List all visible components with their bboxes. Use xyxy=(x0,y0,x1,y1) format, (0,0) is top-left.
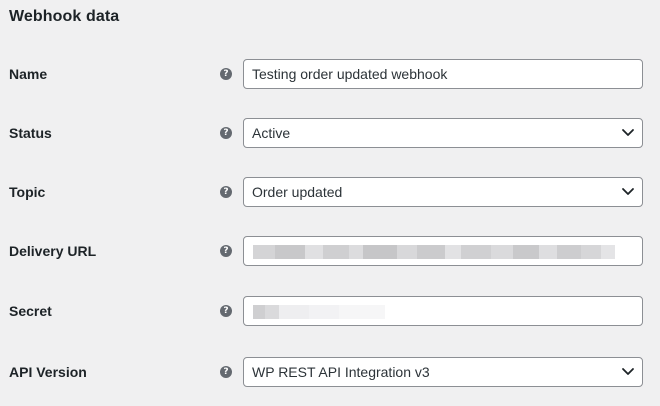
secret-input[interactable] xyxy=(243,296,643,326)
help-icon[interactable]: ? xyxy=(220,186,232,198)
delivery-url-row: Delivery URL ? xyxy=(0,236,660,268)
status-select-value: Active xyxy=(243,118,643,148)
status-select[interactable]: Active xyxy=(243,118,643,148)
delivery-url-label: Delivery URL xyxy=(9,243,97,259)
secret-row: Secret ? xyxy=(0,296,660,328)
help-icon[interactable]: ? xyxy=(220,305,232,317)
name-row: Name ? xyxy=(0,59,660,91)
api-version-label: API Version xyxy=(9,364,87,380)
redacted-value xyxy=(253,305,385,319)
chevron-down-icon xyxy=(622,368,634,375)
topic-row: Topic ? Order updated xyxy=(0,177,660,209)
api-version-select-value: WP REST API Integration v3 xyxy=(243,357,643,387)
status-row: Status ? Active xyxy=(0,118,660,150)
name-input[interactable] xyxy=(243,59,643,89)
help-icon[interactable]: ? xyxy=(220,245,232,257)
topic-select-value: Order updated xyxy=(243,177,643,207)
api-version-row: API Version ? WP REST API Integration v3 xyxy=(0,357,660,389)
topic-label: Topic xyxy=(9,184,46,200)
chevron-down-icon xyxy=(622,129,634,136)
delivery-url-input[interactable] xyxy=(243,236,643,266)
status-label: Status xyxy=(9,125,52,141)
name-label: Name xyxy=(9,66,48,82)
redacted-value xyxy=(253,245,615,259)
help-icon[interactable]: ? xyxy=(220,366,232,378)
secret-label: Secret xyxy=(9,303,52,319)
webhook-data-panel: Webhook data Name ? Status ? Active Topi… xyxy=(0,0,660,406)
help-icon[interactable]: ? xyxy=(220,127,232,139)
section-title: Webhook data xyxy=(9,8,120,25)
chevron-down-icon xyxy=(622,188,634,195)
help-icon[interactable]: ? xyxy=(220,68,232,80)
topic-select[interactable]: Order updated xyxy=(243,177,643,207)
api-version-select[interactable]: WP REST API Integration v3 xyxy=(243,357,643,387)
